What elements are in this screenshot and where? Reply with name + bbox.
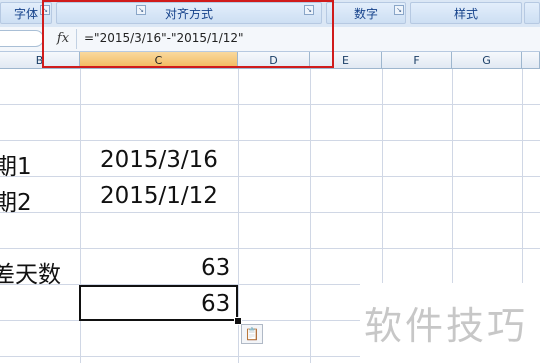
ribbon-group-styles[interactable]: 样式	[410, 2, 522, 24]
ribbon-group-styles-label: 样式	[453, 6, 478, 21]
column-header-h[interactable]	[522, 52, 540, 69]
ribbon-group-cells[interactable]	[524, 2, 540, 24]
grid-line	[0, 248, 540, 249]
cell-b-label-3[interactable]: 差天数	[0, 255, 61, 289]
grid-line	[0, 140, 540, 141]
cell-c-value-4[interactable]: 63	[201, 291, 230, 317]
ribbon-group-font-label: 字体	[13, 6, 38, 21]
ribbon-group-number-label: 数字	[353, 6, 378, 21]
grid-line	[0, 176, 540, 177]
number-dialog-launcher-icon[interactable]: ↘	[394, 5, 404, 15]
watermark: 软件技巧	[360, 283, 540, 363]
column-header-f[interactable]: F	[382, 52, 452, 69]
watermark-text: 软件技巧	[364, 304, 529, 348]
cell-b-label-2[interactable]: 期2	[0, 183, 32, 217]
grid-line	[0, 104, 540, 105]
formula-highlight-box	[42, 0, 334, 68]
cell-c-value-1[interactable]: 2015/3/16	[100, 147, 218, 173]
grid-line	[0, 212, 540, 213]
column-header-g[interactable]: G	[452, 52, 522, 69]
cell-c-value-2[interactable]: 2015/1/12	[100, 183, 218, 209]
grid-line	[310, 69, 311, 363]
paste-options-icon[interactable]: 📋	[241, 324, 263, 344]
name-box[interactable]	[0, 30, 44, 47]
cell-b-label-1[interactable]: 期1	[0, 147, 32, 181]
cell-c-value-3[interactable]: 63	[201, 255, 230, 281]
